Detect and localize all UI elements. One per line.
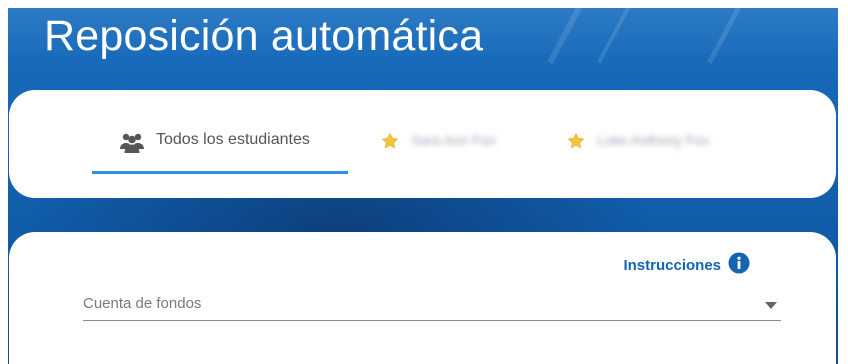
page-title: Reposición automática (44, 12, 484, 60)
star-icon (381, 132, 399, 149)
fund-account-label: Cuenta de fondos (83, 295, 202, 312)
tab-label: Sara Ann Fox (411, 132, 496, 148)
fund-account-select[interactable]: Cuenta de fondos (83, 292, 781, 321)
app-background: Reposición automática Todos los estudian… (8, 8, 838, 364)
star-icon (567, 132, 585, 149)
tab-label: Todos los estudiantes (156, 131, 310, 148)
background-streak (597, 8, 643, 64)
tab-all-students[interactable]: Todos los estudiantes (92, 128, 348, 174)
tab-label: Luke Anthony Fox (597, 132, 710, 148)
student-tabs: Todos los estudiantes Sara Ann Fox Luke … (9, 90, 836, 198)
people-icon (120, 133, 144, 153)
tab-student-1[interactable]: Sara Ann Fox (381, 128, 531, 174)
tab-student-2[interactable]: Luke Anthony Fox (567, 128, 747, 174)
background-streak (547, 8, 595, 65)
info-icon (728, 252, 750, 274)
auto-reload-form: Instrucciones Cuenta de fondos (9, 232, 836, 364)
page-edge (838, 8, 848, 364)
active-tab-indicator (92, 171, 348, 174)
background-streak (707, 8, 754, 64)
chevron-down-icon (765, 302, 777, 309)
instructions-link[interactable]: Instrucciones (623, 252, 750, 274)
instructions-label: Instrucciones (623, 256, 721, 274)
